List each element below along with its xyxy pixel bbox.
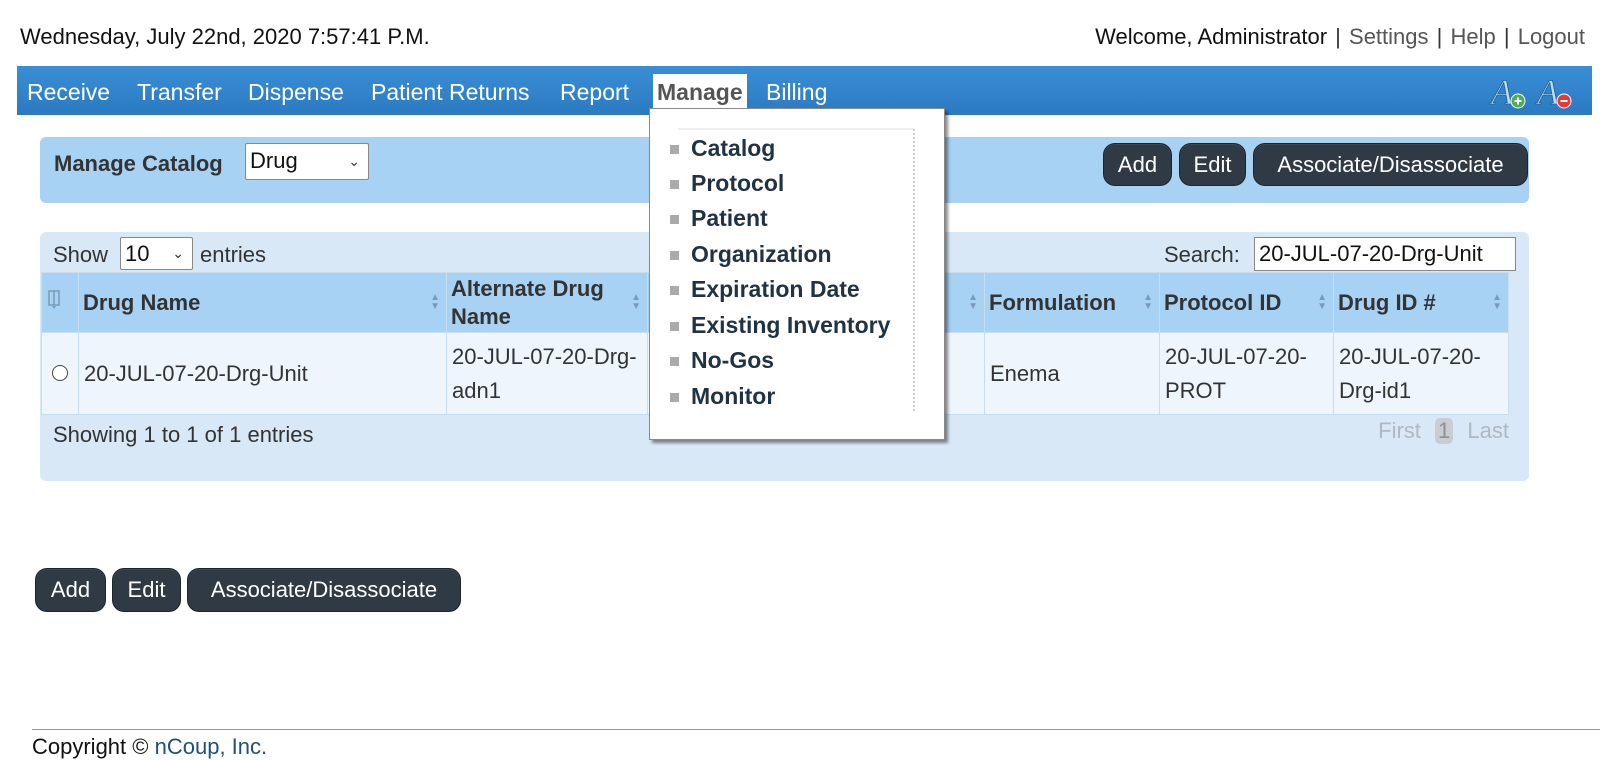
pager-first[interactable]: First xyxy=(1378,418,1421,443)
sort-icon: ▲ ▼ xyxy=(1143,292,1153,312)
svg-text:A: A xyxy=(1489,72,1514,112)
row-select-cell[interactable] xyxy=(41,332,79,415)
column-header-formulation[interactable]: Formulation ▲ ▼ xyxy=(984,272,1160,333)
pager-current-page[interactable]: 1 xyxy=(1435,418,1454,444)
menu-item-organization[interactable]: Organization xyxy=(691,241,832,268)
bullet-icon xyxy=(670,251,679,260)
pager-last[interactable]: Last xyxy=(1467,418,1509,443)
welcome-text: Welcome, Administrator xyxy=(1095,24,1328,49)
copyright-text: Copyright © xyxy=(32,734,149,759)
chevron-down-icon: ⌄ xyxy=(172,245,184,261)
separator: | xyxy=(1335,24,1341,49)
column-header-alternate-drug-name[interactable]: Alternate Drug Name ▲ ▼ xyxy=(446,272,648,333)
add-button[interactable]: Add xyxy=(1103,143,1172,186)
nav-report[interactable]: Report xyxy=(560,66,629,115)
show-label: Show xyxy=(53,242,109,267)
menu-item-no-gos[interactable]: No-Gos xyxy=(691,347,774,374)
svg-text:A: A xyxy=(1535,72,1560,112)
search-label: Search: xyxy=(1164,242,1240,267)
drug-id-cell: 20-JUL-07-20-Drg-id1 xyxy=(1333,332,1509,415)
table-info: Showing 1 to 1 of 1 entries xyxy=(53,422,314,447)
associate-disassociate-button[interactable]: Associate/Disassociate xyxy=(1253,143,1528,186)
manage-dropdown-menu: Catalog Protocol Patient Organization Ex… xyxy=(649,108,945,440)
bullet-icon xyxy=(670,145,679,154)
sort-icon: ▲ ▼ xyxy=(968,292,978,312)
menu-item-patient[interactable]: Patient xyxy=(691,205,768,232)
footer-divider xyxy=(32,729,1600,730)
separator: | xyxy=(1436,24,1443,49)
current-datetime: Wednesday, July 22nd, 2020 7:57:41 P.M. xyxy=(20,24,430,49)
copyright: Copyright © nCoup, Inc. xyxy=(32,734,267,760)
menu-item-protocol[interactable]: Protocol xyxy=(691,170,784,197)
sort-icon: ▲ ▼ xyxy=(1492,292,1502,312)
column-header-protocol-id[interactable]: Protocol ID ▲ ▼ xyxy=(1159,272,1334,333)
font-decrease-icon[interactable]: A xyxy=(1535,72,1575,112)
menu-item-expiration-date[interactable]: Expiration Date xyxy=(691,276,860,303)
bullet-icon xyxy=(670,357,679,366)
protocol-id-cell: 20-JUL-07-20-PROT xyxy=(1159,332,1334,415)
bullet-icon xyxy=(670,286,679,295)
alternate-drug-name-cell: 20-JUL-07-20-Drg-adn1 xyxy=(446,332,648,415)
sort-icon: ▲ ▼ xyxy=(1317,292,1327,312)
column-header-drug-id[interactable]: Drug ID # ▲ ▼ xyxy=(1333,272,1509,333)
separator: | xyxy=(1503,24,1510,49)
associate-disassociate-button-bottom[interactable]: Associate/Disassociate xyxy=(187,568,461,612)
chevron-down-icon: ⌄ xyxy=(348,153,360,169)
column-label: Drug ID # xyxy=(1338,289,1436,315)
catalog-type-value: Drug xyxy=(250,148,298,173)
company-link[interactable]: nCoup, Inc. xyxy=(155,734,268,759)
select-column-header[interactable] xyxy=(41,272,79,333)
bullet-icon xyxy=(670,322,679,331)
logout-link[interactable]: Logout xyxy=(1518,24,1585,49)
menu-item-existing-inventory[interactable]: Existing Inventory xyxy=(691,312,890,339)
menu-divider xyxy=(678,128,914,130)
column-toggle-icon xyxy=(48,289,60,309)
menu-item-monitor[interactable]: Monitor xyxy=(691,383,775,410)
font-increase-icon[interactable]: A xyxy=(1489,72,1529,112)
user-links: Welcome, Administrator | Settings | Help… xyxy=(1095,24,1585,50)
nav-patient-returns[interactable]: Patient Returns xyxy=(371,66,530,115)
sort-icon: ▲ ▼ xyxy=(430,292,440,312)
catalog-type-select[interactable]: Drug ⌄ xyxy=(245,143,369,180)
page-size-value: 10 xyxy=(125,241,150,266)
settings-link[interactable]: Settings xyxy=(1349,24,1429,49)
search-input[interactable] xyxy=(1254,237,1516,271)
column-label: Drug Name xyxy=(83,289,201,315)
pagination: First 1 Last xyxy=(1378,418,1509,444)
menu-item-catalog[interactable]: Catalog xyxy=(691,135,775,162)
add-button-bottom[interactable]: Add xyxy=(35,568,106,612)
bullet-icon xyxy=(670,180,679,189)
page-size-select[interactable]: 10 ⌄ xyxy=(120,237,193,270)
column-label: Formulation xyxy=(989,289,1117,315)
column-label: Protocol ID xyxy=(1164,289,1282,315)
drug-name-cell: 20-JUL-07-20-Drg-Unit xyxy=(78,332,447,415)
nav-transfer[interactable]: Transfer xyxy=(137,66,222,115)
column-header-drug-name[interactable]: Drug Name ▲ ▼ xyxy=(78,272,447,333)
manage-catalog-label: Manage Catalog xyxy=(54,151,223,176)
bullet-icon xyxy=(670,393,679,402)
help-link[interactable]: Help xyxy=(1450,24,1495,49)
sort-icon: ▲ ▼ xyxy=(631,292,641,312)
formulation-cell: Enema xyxy=(984,332,1160,415)
bullet-icon xyxy=(670,215,679,224)
row-radio[interactable] xyxy=(52,364,68,381)
menu-divider xyxy=(913,129,915,411)
nav-receive[interactable]: Receive xyxy=(27,66,110,115)
nav-dispense[interactable]: Dispense xyxy=(248,66,344,115)
edit-button-bottom[interactable]: Edit xyxy=(112,568,181,612)
column-label: Alternate Drug Name xyxy=(451,275,604,329)
entries-label: entries xyxy=(200,242,267,267)
edit-button[interactable]: Edit xyxy=(1179,143,1246,186)
